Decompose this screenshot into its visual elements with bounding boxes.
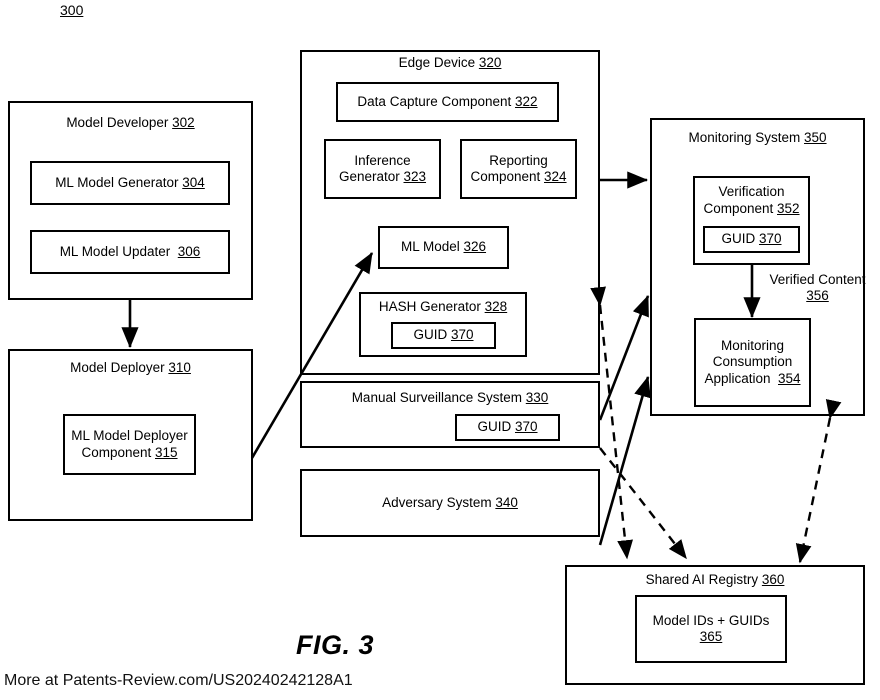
dashed-edgedevice-to-registry [590, 286, 633, 560]
block-verification-component-label: Verification Component 352 [703, 184, 800, 216]
block-adversary-system-title: Adversary System 340 [300, 495, 600, 510]
block-guid-hash-generator-label: GUID 370 [413, 327, 474, 343]
block-data-capture-component-label: Data Capture Component 322 [357, 93, 538, 109]
block-edge-device-ref: 320 [478, 55, 502, 70]
block-ml-model-generator-label: ML Model Generator 304 [55, 174, 205, 190]
block-ml-model-label: ML Model 326 [400, 239, 487, 255]
block-adversary-system-label: Adversary System [382, 495, 492, 510]
block-monitoring-system-title: Monitoring System 350 [650, 130, 865, 145]
figure-number: 300 [60, 2, 84, 18]
block-model-deployer-ref: 310 [168, 360, 191, 375]
dashed-monitoring-registry [795, 398, 842, 564]
block-model-developer-ref: 302 [172, 115, 195, 130]
block-ml-model-deployer-component[interactable]: ML Model Deployer Component 315 [63, 414, 196, 475]
block-model-deployer-label: Model Deployer [70, 360, 165, 375]
block-ml-model-deployer-component-label: ML Model Deployer Component 315 [71, 428, 188, 460]
block-model-developer-title: Model Developer 302 [8, 115, 253, 130]
block-ml-model-updater[interactable]: ML Model Updater 306 [30, 230, 230, 274]
block-adversary-system-ref: 340 [495, 495, 518, 510]
block-edge-device-label: Edge Device [398, 55, 476, 70]
dashed-surveillance-to-registry [599, 447, 687, 560]
block-ml-model-updater-label: ML Model Updater 306 [59, 243, 201, 259]
block-model-developer-label: Model Developer [66, 115, 169, 130]
block-data-capture-component[interactable]: Data Capture Component 322 [336, 82, 559, 122]
block-ml-model-generator[interactable]: ML Model Generator 304 [30, 161, 230, 205]
block-inference-generator[interactable]: Inference Generator 323 [324, 139, 441, 199]
block-manual-surveillance-system-title: Manual Surveillance System 330 [300, 390, 600, 405]
block-inference-generator-label: Inference Generator 323 [338, 152, 427, 185]
edge-label-verified-content: Verified Content 356 [769, 272, 866, 303]
block-monitoring-system-ref: 350 [804, 130, 827, 145]
figure-caption: FIG. 3 [295, 630, 374, 660]
block-model-deployer-title: Model Deployer 310 [8, 360, 253, 375]
block-manual-surveillance-system-ref: 330 [525, 390, 549, 405]
block-monitoring-consumption-application-label: Monitoring Consumption Application 354 [704, 337, 801, 386]
patent-figure-canvas: 300 Model Developer 302 ML Model Generat… [0, 0, 880, 700]
block-guid-manual-surveillance[interactable]: GUID 370 [455, 414, 560, 441]
block-shared-ai-registry-label: Shared AI Registry [645, 572, 759, 587]
block-hash-generator-label: HASH Generator 328 [378, 299, 508, 314]
block-guid-verification-label: GUID 370 [721, 231, 782, 247]
block-reporting-component[interactable]: Reporting Component 324 [460, 139, 577, 199]
block-monitoring-consumption-application[interactable]: Monitoring Consumption Application 354 [694, 318, 811, 407]
block-monitoring-system-label: Monitoring System [688, 130, 801, 145]
arrow-surveillance-to-monitoring [598, 295, 650, 421]
source-footer: More at Patents-Review.com/US20240242128… [4, 672, 353, 689]
block-edge-device-title: Edge Device 320 [300, 55, 600, 70]
block-shared-ai-registry-title: Shared AI Registry 360 [565, 572, 865, 587]
block-guid-verification[interactable]: GUID 370 [703, 226, 800, 253]
block-reporting-component-label: Reporting Component 324 [470, 152, 567, 185]
block-guid-manual-surveillance-label: GUID 370 [477, 419, 538, 435]
block-shared-ai-registry-ref: 360 [761, 572, 785, 587]
arrow-adversary-to-monitoring [598, 376, 651, 546]
block-guid-hash-generator[interactable]: GUID 370 [391, 322, 496, 349]
block-ml-model[interactable]: ML Model 326 [378, 226, 509, 269]
block-manual-surveillance-system-label: Manual Surveillance System [351, 390, 523, 405]
